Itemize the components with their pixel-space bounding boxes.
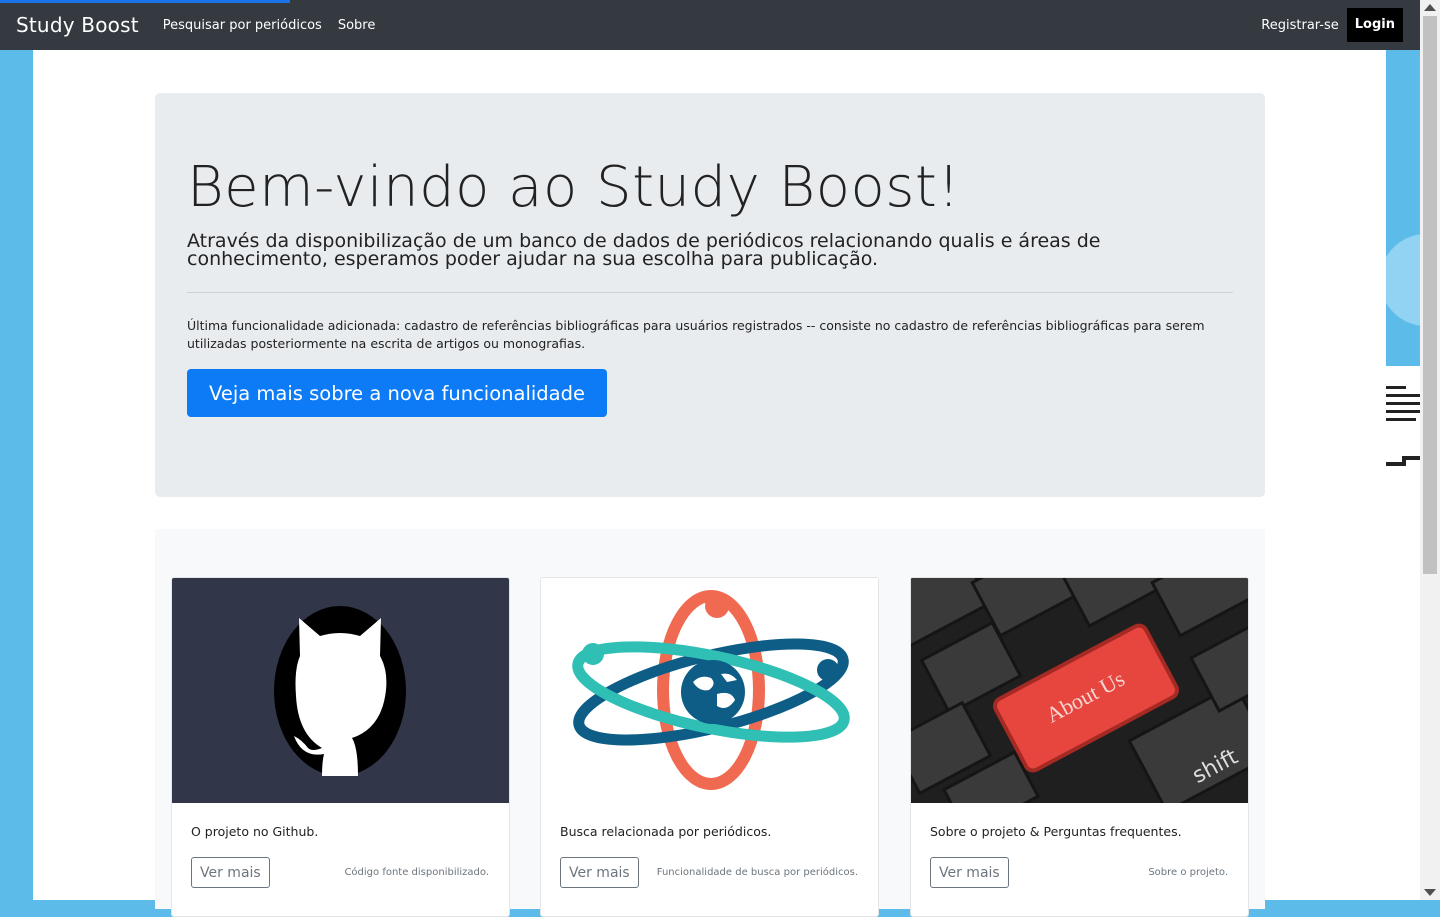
card-muted-text: Sobre o projeto. xyxy=(1148,867,1228,878)
brand-link[interactable]: Study Boost xyxy=(16,13,139,37)
divider xyxy=(187,292,1233,293)
ver-mais-button[interactable]: Ver mais xyxy=(930,857,1009,888)
new-feature-button[interactable]: Veja mais sobre a nova funcionalidade xyxy=(187,369,607,417)
welcome-jumbotron: Bem-vindo ao Study Boost! Através da dis… xyxy=(155,93,1265,497)
login-button[interactable]: Login xyxy=(1346,8,1403,42)
card-search: Busca relacionada por periódicos. Ver ma… xyxy=(540,577,879,917)
cards-section: O projeto no Github. Ver mais Código fon… xyxy=(155,529,1265,917)
nav-right: Registrar-se Login xyxy=(1261,8,1420,42)
nav-link-about[interactable]: Sobre xyxy=(338,18,376,33)
scroll-up-arrow-icon[interactable] xyxy=(1424,4,1436,11)
card-about: About Us shift Sobre o projeto & Pergunt… xyxy=(910,577,1249,917)
card-muted-text: Funcionalidade de busca por periódicos. xyxy=(656,867,858,878)
navbar: Study Boost Pesquisar por periódicos Sob… xyxy=(0,0,1420,50)
ver-mais-button[interactable]: Ver mais xyxy=(191,857,270,888)
page-title: Bem-vindo ao Study Boost! xyxy=(187,155,961,220)
scroll-down-arrow-icon[interactable] xyxy=(1424,889,1436,896)
card-text: Busca relacionada por periódicos. xyxy=(560,824,772,839)
card-text: Sobre o projeto & Perguntas frequentes. xyxy=(930,824,1182,839)
ver-mais-button[interactable]: Ver mais xyxy=(560,857,639,888)
card-muted-text: Código fonte disponibilizado. xyxy=(344,867,489,878)
scroll-thumb[interactable] xyxy=(1423,16,1437,574)
github-octocat-icon xyxy=(172,578,509,803)
nav-link-search-journals[interactable]: Pesquisar por periódicos xyxy=(163,18,322,33)
latest-feature-text: Última funcionalidade adicionada: cadast… xyxy=(187,318,1205,351)
atom-globe-icon xyxy=(541,578,878,803)
jumbotron-lead: Através da disponibilização de um banco … xyxy=(187,230,1101,270)
page-load-progress xyxy=(0,0,290,3)
page-scrollbar[interactable] xyxy=(1420,0,1440,900)
background-decoration xyxy=(1386,50,1420,900)
register-link[interactable]: Registrar-se xyxy=(1261,18,1338,33)
card-text: O projeto no Github. xyxy=(191,824,319,839)
about-us-keyboard-icon: About Us shift xyxy=(911,578,1248,803)
card-github: O projeto no Github. Ver mais Código fon… xyxy=(171,577,510,917)
background-white-panel xyxy=(1386,366,1420,900)
